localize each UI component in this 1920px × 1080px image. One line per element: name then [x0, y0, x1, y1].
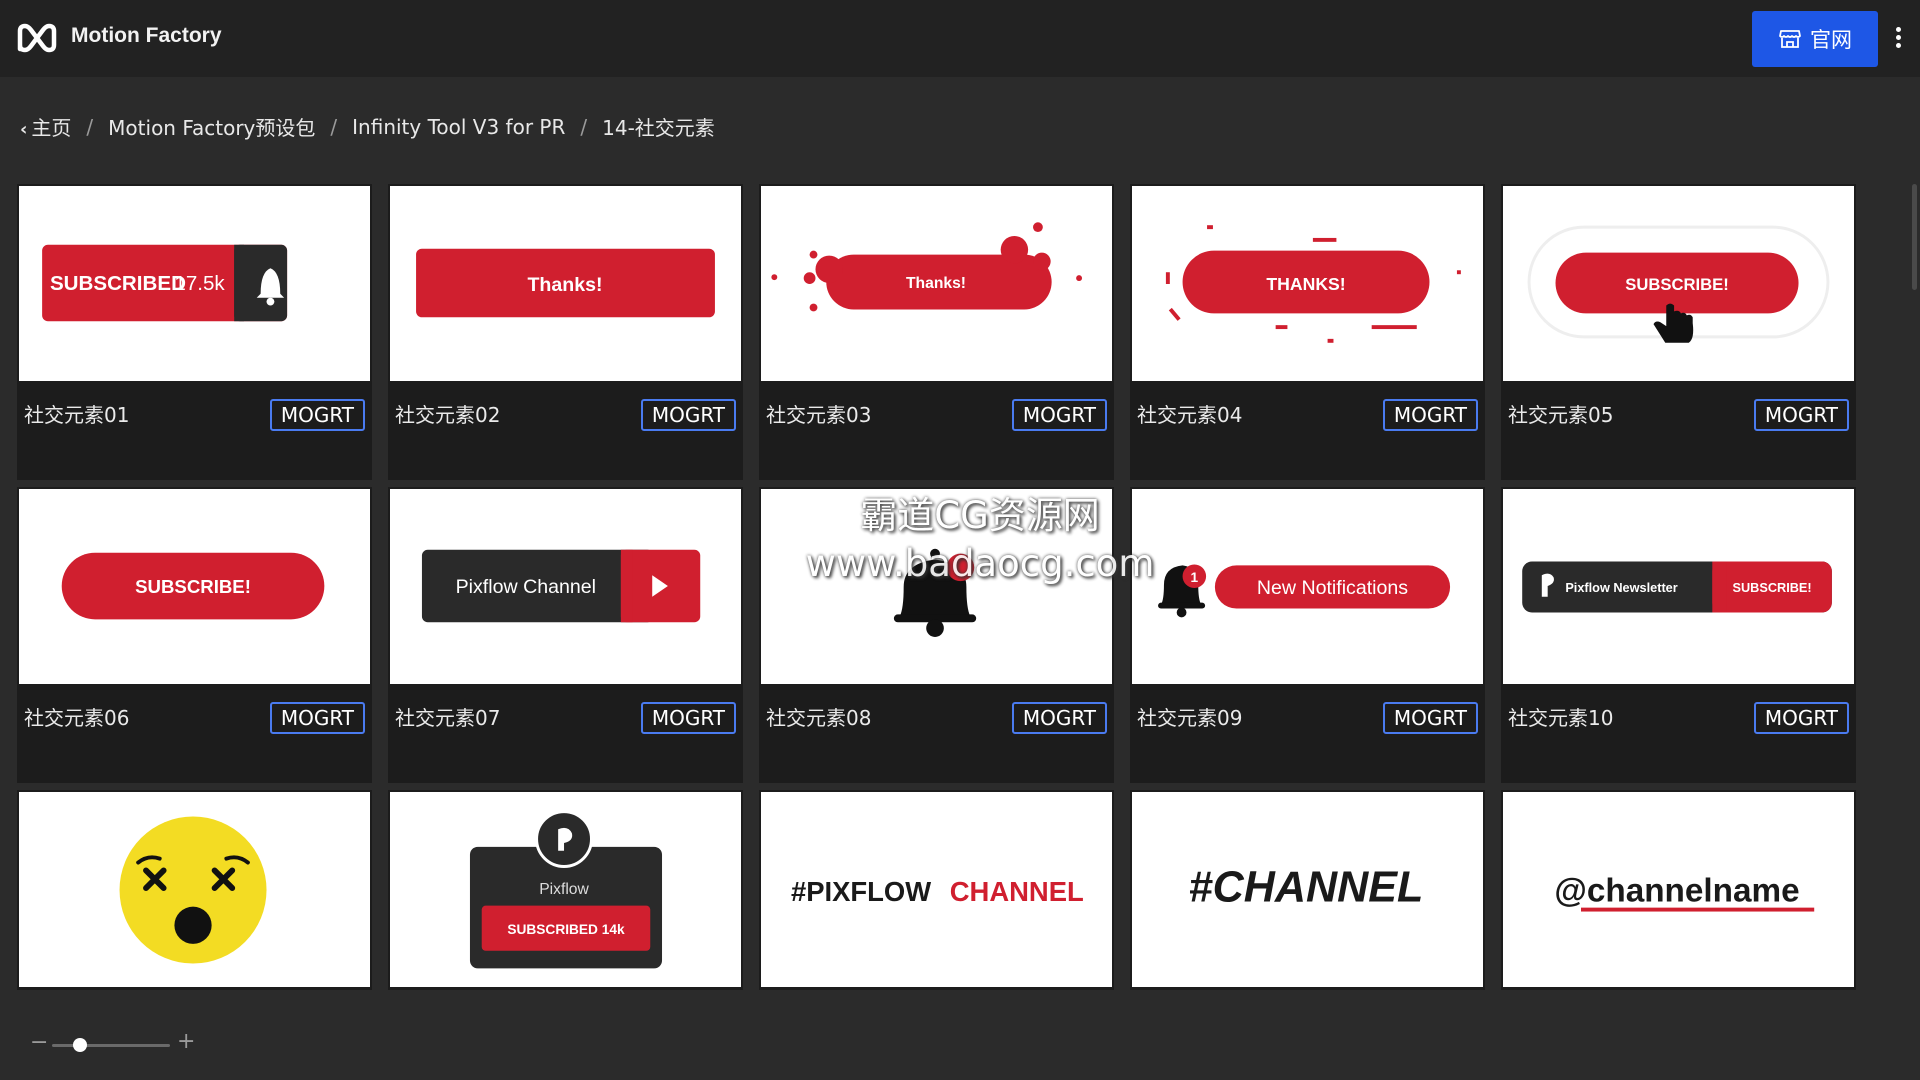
- breadcrumb-infinity-tool[interactable]: Infinity Tool V3 for PR: [352, 115, 565, 139]
- preset-thumbnail: #CHANNEL: [1130, 790, 1485, 989]
- preset-thumbnail: #PIXFLOW CHANNEL: [759, 790, 1114, 989]
- preview-text: Pixflow: [539, 881, 589, 898]
- preset-card[interactable]: SUBSCRIBE! 社交元素05 MOGRT: [1501, 184, 1856, 480]
- card-title: 社交元素07: [395, 706, 501, 730]
- mogrt-badge[interactable]: MOGRT: [1753, 702, 1849, 734]
- dizzy-face-emoji-icon: [119, 816, 267, 964]
- official-site-button[interactable]: 官网: [1752, 11, 1878, 67]
- preset-thumbnail: [759, 487, 1114, 686]
- preview-text: THANKS!: [1266, 274, 1345, 294]
- preset-card[interactable]: Thanks! 社交元素02 MOGRT: [388, 184, 743, 480]
- preview-text: @channelname: [1554, 873, 1799, 910]
- preset-card[interactable]: Pixflow Channel 社交元素07 MOGRT: [388, 487, 743, 783]
- official-site-label: 官网: [1810, 28, 1852, 52]
- preset-thumbnail: Thanks!: [388, 184, 743, 383]
- preview-action: SUBSCRIBE!: [1733, 580, 1812, 595]
- preview-text: SUBSCRIBED: [50, 272, 186, 295]
- card-title: 社交元素10: [1508, 706, 1614, 730]
- breadcrumb-home[interactable]: ‹ 主页: [20, 112, 71, 141]
- preset-card[interactable]: #PIXFLOW CHANNEL: [759, 790, 1114, 990]
- card-title: 社交元素03: [766, 403, 872, 427]
- preview-count: 17.5k: [174, 272, 225, 295]
- zoom-slider-track[interactable]: [52, 1044, 170, 1047]
- preview-action: SUBSCRIBED 14k: [507, 922, 625, 937]
- motion-factory-logo-icon[interactable]: [17, 21, 57, 55]
- preview-text: SUBSCRIBE!: [1625, 275, 1729, 294]
- notification-count: 1: [1191, 570, 1199, 585]
- card-title: 社交元素06: [24, 706, 130, 730]
- mogrt-badge[interactable]: MOGRT: [1011, 399, 1107, 431]
- preset-thumbnail: SUBSCRIBE!: [1501, 184, 1856, 383]
- preset-thumbnail: SUBSCRIBED 17.5k: [17, 184, 372, 383]
- preset-thumbnail: Pixflow Newsletter SUBSCRIBE!: [1501, 487, 1856, 686]
- mogrt-badge[interactable]: MOGRT: [269, 702, 365, 734]
- preset-grid: SUBSCRIBED 17.5k 社交元素01 MOGRT Thanks! 社交…: [17, 184, 1856, 990]
- breadcrumb-preset-pack[interactable]: Motion Factory预设包: [108, 112, 315, 141]
- bottom-bar: − +: [0, 998, 1920, 1080]
- preset-thumbnail: Pixflow SUBSCRIBED 14k: [388, 790, 743, 989]
- mogrt-badge[interactable]: MOGRT: [640, 702, 736, 734]
- preset-thumbnail: Pixflow Channel: [388, 487, 743, 686]
- preview-text: New Notifications: [1257, 577, 1408, 599]
- preset-card[interactable]: 1 New Notifications 社交元素09 MOGRT: [1130, 487, 1485, 783]
- preview-text: Pixflow Newsletter: [1565, 580, 1677, 595]
- card-title: 社交元素09: [1137, 706, 1243, 730]
- preview-text: Thanks!: [527, 274, 602, 296]
- mogrt-badge[interactable]: MOGRT: [640, 399, 736, 431]
- preset-card[interactable]: @channelname: [1501, 790, 1856, 990]
- preset-card[interactable]: Thanks! 社交元素03 MOGRT: [759, 184, 1114, 480]
- app-title: Motion Factory: [71, 24, 222, 47]
- preview-text: #PIXFLOW: [791, 876, 931, 907]
- mogrt-badge[interactable]: MOGRT: [1753, 399, 1849, 431]
- mogrt-badge[interactable]: MOGRT: [1382, 702, 1478, 734]
- preset-card[interactable]: Pixflow SUBSCRIBED 14k: [388, 790, 743, 990]
- preview-accent: CHANNEL: [950, 876, 1084, 907]
- chevron-left-icon: ‹: [20, 119, 28, 140]
- breadcrumb: ‹ 主页 / Motion Factory预设包 / Infinity Tool …: [20, 112, 715, 141]
- card-title: 社交元素01: [24, 403, 130, 427]
- store-icon: [1779, 30, 1801, 48]
- card-title: 社交元素04: [1137, 403, 1243, 427]
- breadcrumb-separator: /: [580, 114, 588, 139]
- preset-card[interactable]: THANKS! 社交元素04 MOGRT: [1130, 184, 1485, 480]
- preview-text: #CHANNEL: [1189, 864, 1424, 912]
- preview-text: Pixflow Channel: [456, 576, 596, 598]
- breadcrumb-separator: /: [86, 114, 94, 139]
- preset-thumbnail: Thanks!: [759, 184, 1114, 383]
- kebab-menu-icon[interactable]: [1890, 24, 1906, 54]
- preset-card[interactable]: 社交元素08 MOGRT: [759, 487, 1114, 783]
- preset-card[interactable]: [17, 790, 372, 990]
- mogrt-badge[interactable]: MOGRT: [1011, 702, 1107, 734]
- zoom-in-button[interactable]: +: [177, 1031, 195, 1053]
- card-title: 社交元素05: [1508, 403, 1614, 427]
- zoom-out-button[interactable]: −: [30, 1032, 48, 1054]
- preview-text: SUBSCRIBE!: [135, 576, 251, 597]
- preset-thumbnail: [17, 790, 372, 989]
- vertical-scrollbar[interactable]: [1912, 184, 1917, 290]
- preview-text: Thanks!: [906, 275, 966, 292]
- zoom-slider-handle[interactable]: [73, 1038, 87, 1052]
- card-title: 社交元素08: [766, 706, 872, 730]
- card-title: 社交元素02: [395, 403, 501, 427]
- breadcrumb-current: 14-社交元素: [602, 116, 715, 140]
- mogrt-badge[interactable]: MOGRT: [269, 399, 365, 431]
- preset-card[interactable]: SUBSCRIBED 17.5k 社交元素01 MOGRT: [17, 184, 372, 480]
- preset-card[interactable]: SUBSCRIBE! 社交元素06 MOGRT: [17, 487, 372, 783]
- breadcrumb-separator: /: [330, 114, 338, 139]
- preset-thumbnail: 1 New Notifications: [1130, 487, 1485, 686]
- preset-card[interactable]: Pixflow Newsletter SUBSCRIBE! 社交元素10 MOG…: [1501, 487, 1856, 783]
- preset-thumbnail: SUBSCRIBE!: [17, 487, 372, 686]
- mogrt-badge[interactable]: MOGRT: [1382, 399, 1478, 431]
- top-bar: Motion Factory 官网: [0, 0, 1920, 77]
- preset-thumbnail: THANKS!: [1130, 184, 1485, 383]
- preset-card[interactable]: #CHANNEL: [1130, 790, 1485, 990]
- preset-thumbnail: @channelname: [1501, 790, 1856, 989]
